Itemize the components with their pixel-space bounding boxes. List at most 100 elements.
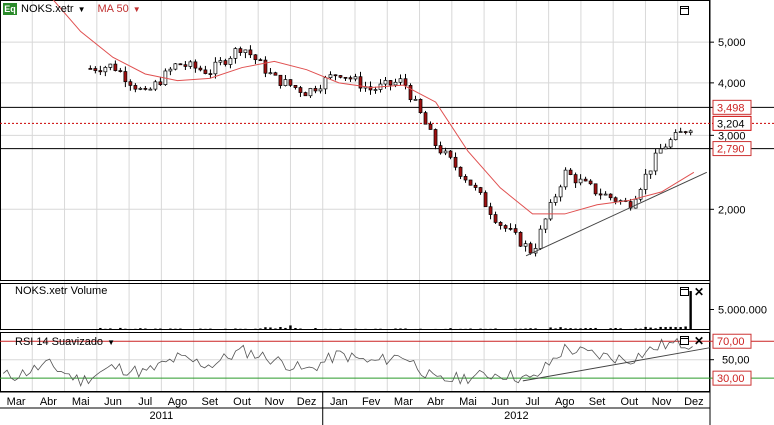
candle-body — [583, 178, 588, 182]
volume-bar — [634, 328, 637, 329]
axes: Mar Abr Mai Jun Jul Ago Set Out Nov Dez Jan Fev Mar A… — [0, 391, 710, 425]
volume-bar — [119, 327, 122, 329]
year-label: 2011 — [150, 410, 174, 422]
candle-body — [558, 186, 563, 198]
volume-bar — [559, 327, 562, 329]
candle-body — [403, 78, 408, 86]
month-label: Out — [620, 396, 638, 408]
candle-body — [228, 57, 233, 65]
candle-body — [273, 72, 278, 76]
candle-body — [293, 85, 298, 88]
candle-body — [248, 49, 253, 56]
grid — [0, 0, 711, 392]
candle-body — [238, 48, 243, 53]
month-label: Nov — [265, 396, 285, 408]
volume-close-icon[interactable]: ✕ — [694, 286, 704, 298]
candle-body — [468, 179, 473, 186]
ma-label[interactable]: MA 50 — [98, 3, 129, 15]
rsi-label[interactable]: RSI 14 Suavizado — [15, 336, 103, 348]
volume-bar — [399, 328, 402, 329]
candle-body — [198, 67, 203, 71]
candle-body — [93, 68, 98, 71]
candle-body — [108, 63, 113, 68]
candle-body — [568, 169, 573, 175]
candle-body — [233, 48, 238, 59]
candle-body — [188, 61, 193, 67]
rsi-maximize-icon[interactable] — [680, 336, 689, 345]
candle-body — [133, 85, 138, 90]
month-label: Abr — [427, 396, 444, 408]
month-label: Fev — [362, 396, 381, 408]
volume-bar — [144, 328, 147, 329]
volume-bar — [649, 327, 652, 329]
symbol-label[interactable]: NOKS.xetr — [21, 3, 74, 15]
rsi-dropdown-icon[interactable]: ▼ — [107, 338, 115, 347]
volume-bar — [449, 328, 452, 329]
month-label: Ago — [555, 396, 575, 408]
candle-body — [148, 88, 153, 91]
candle-body — [473, 184, 478, 188]
candle-body — [253, 54, 258, 61]
candle-body — [478, 187, 483, 193]
candle-body — [103, 67, 108, 73]
candle-body — [523, 243, 528, 247]
candle-body — [318, 88, 323, 92]
candle-body — [123, 71, 128, 83]
symbol-dropdown-icon[interactable]: ▼ — [78, 5, 86, 14]
candle-body — [663, 146, 668, 150]
volume-bar — [264, 327, 267, 329]
rsi-close-icon[interactable]: ✕ — [694, 335, 704, 347]
candle-body — [463, 176, 468, 181]
month-label: Abr — [40, 396, 57, 408]
volume-bar — [574, 328, 577, 329]
candle-body — [668, 139, 673, 148]
month-label: Set — [202, 396, 219, 408]
candle-body — [98, 70, 103, 73]
volume-bar — [569, 328, 572, 329]
volume-bar — [394, 328, 397, 329]
candle-body — [633, 198, 638, 209]
candle-body — [458, 166, 463, 177]
price-level-label: 2,790 — [717, 144, 745, 156]
volume-bar — [284, 327, 287, 329]
candle-body — [373, 89, 378, 91]
volume-bar — [619, 328, 622, 329]
volume-bar — [289, 325, 292, 329]
candle-body — [578, 178, 583, 184]
candle-body — [213, 61, 218, 75]
candle-body — [173, 63, 178, 70]
candle-body — [508, 228, 513, 230]
candle-body — [158, 81, 163, 85]
volume-bar — [274, 328, 277, 329]
candle-body — [498, 222, 503, 226]
price-maximize-icon[interactable] — [680, 6, 689, 15]
candle-body — [413, 98, 418, 101]
month-label: Dez — [684, 396, 704, 408]
volume-bar — [529, 328, 532, 329]
candle-body — [178, 63, 183, 66]
volume-maximize-icon[interactable] — [680, 287, 689, 296]
equity-icon: Eq — [3, 3, 17, 15]
volume-bar — [109, 328, 112, 329]
candle-body — [143, 88, 148, 90]
candle-body — [338, 75, 343, 78]
candle-body — [598, 193, 603, 196]
candle-body — [183, 64, 188, 67]
ma-dropdown-icon[interactable]: ▼ — [133, 5, 141, 14]
volume-bar — [269, 327, 272, 329]
volume-bar — [579, 328, 582, 329]
candle-body — [538, 228, 543, 249]
volume-tick-label: 5.000.000 — [718, 305, 767, 317]
volume-bar — [674, 327, 677, 329]
volume-bar — [494, 328, 497, 329]
price-tick-label: 5,000 — [718, 37, 746, 49]
candle-body — [308, 88, 313, 97]
volume-bar — [679, 327, 682, 329]
volume-bar — [659, 326, 662, 329]
month-label: Mai — [459, 396, 477, 408]
candle-body — [398, 78, 403, 83]
candle-body — [613, 197, 618, 202]
month-label: Jan — [330, 396, 348, 408]
volume-bar — [664, 327, 667, 329]
candle-body — [218, 60, 223, 63]
